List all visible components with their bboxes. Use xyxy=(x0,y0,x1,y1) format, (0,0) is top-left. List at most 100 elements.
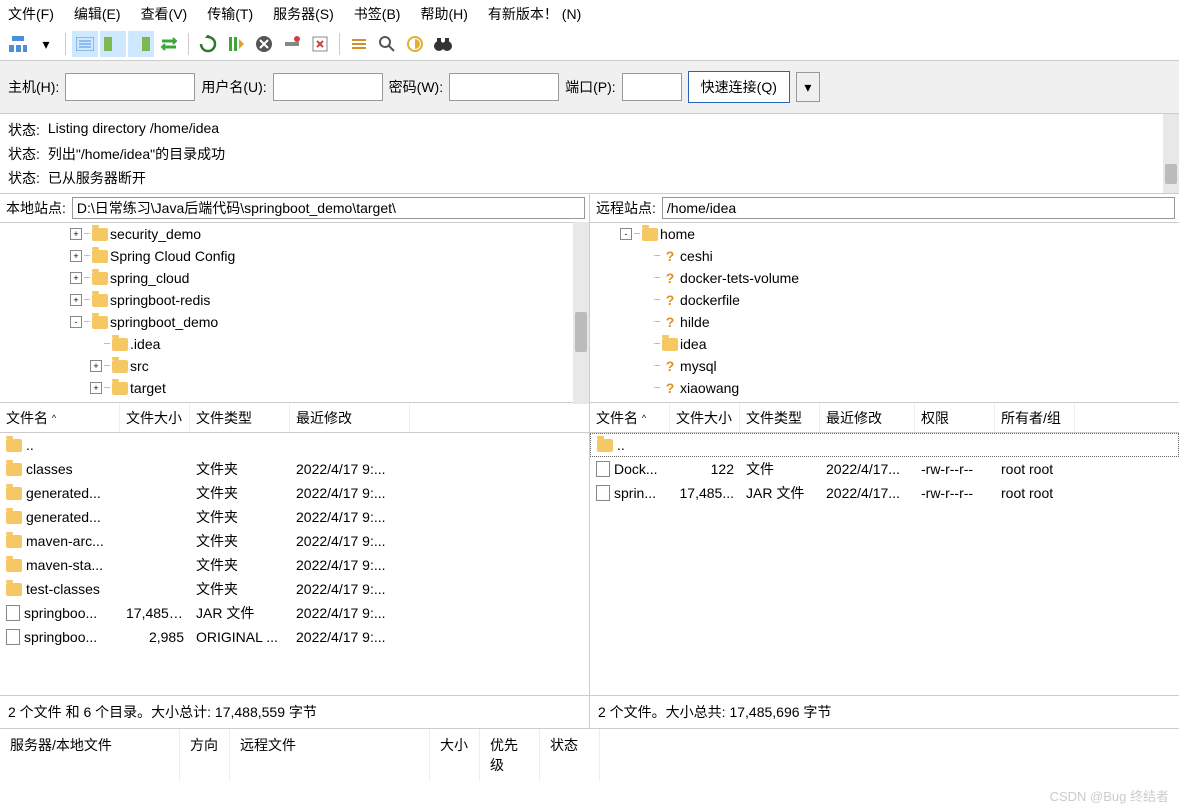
tree-item[interactable]: ┈?mysql xyxy=(590,355,1179,377)
menu-edit[interactable]: 编辑(E) xyxy=(74,4,121,24)
column-header[interactable]: 文件名 ^ xyxy=(0,404,120,432)
tree-item[interactable]: +┈Spring Cloud Config xyxy=(0,245,589,267)
tree-item[interactable]: ┈?xiaowang xyxy=(590,377,1179,399)
column-header[interactable]: 权限 xyxy=(915,404,995,432)
queue-column[interactable]: 大小 xyxy=(430,729,480,781)
list-row[interactable]: sprin...17,485...JAR 文件2022/4/17...-rw-r… xyxy=(590,481,1179,505)
tree-item[interactable]: -┈springboot_demo xyxy=(0,311,589,333)
disconnect-icon[interactable] xyxy=(279,31,305,57)
tree-item[interactable]: -┈home xyxy=(590,223,1179,245)
cell-name: springboo... xyxy=(0,627,120,647)
local-tree[interactable]: +┈security_demo+┈Spring Cloud Config+┈sp… xyxy=(0,223,589,403)
column-header[interactable]: 文件类型 xyxy=(190,404,290,432)
cell-type: 文件夹 xyxy=(190,481,290,505)
column-header[interactable]: 所有者/组 xyxy=(995,404,1075,432)
list-row[interactable]: generated...文件夹2022/4/17 9:... xyxy=(0,505,589,529)
remote-path-input[interactable] xyxy=(662,197,1175,219)
port-input[interactable] xyxy=(622,73,682,101)
folder-icon xyxy=(6,559,22,572)
local-tree-scrollbar[interactable] xyxy=(573,222,589,404)
cell-size xyxy=(120,515,190,519)
expander-icon[interactable]: - xyxy=(620,228,632,240)
queue-column[interactable]: 远程文件 xyxy=(230,729,430,781)
toggle-remote-tree-icon[interactable] xyxy=(128,31,154,57)
tree-item[interactable]: ┈?dockerfile xyxy=(590,289,1179,311)
menu-server[interactable]: 服务器(S) xyxy=(273,4,334,24)
column-header[interactable]: 文件大小 xyxy=(120,404,190,432)
column-header[interactable]: 最近修改 xyxy=(820,404,915,432)
list-row[interactable]: test-classes文件夹2022/4/17 9:... xyxy=(0,577,589,601)
expander-icon[interactable]: - xyxy=(70,316,82,328)
cell-name: .. xyxy=(0,435,120,455)
menu-bookmark[interactable]: 书签(B) xyxy=(354,4,401,24)
expander-icon[interactable]: + xyxy=(90,382,102,394)
host-input[interactable] xyxy=(65,73,195,101)
tree-item[interactable]: ┈idea xyxy=(590,333,1179,355)
cell-date: 2022/4/17 9:... xyxy=(290,483,410,503)
local-path-input[interactable] xyxy=(72,197,585,219)
expander-icon[interactable]: + xyxy=(70,272,82,284)
queue-column[interactable]: 方向 xyxy=(180,729,230,781)
quickconnect-button[interactable]: 快速连接(Q) xyxy=(688,71,790,103)
pass-input[interactable] xyxy=(449,73,559,101)
user-input[interactable] xyxy=(273,73,383,101)
local-file-list[interactable]: 文件名 ^文件大小文件类型最近修改 ..classes文件夹2022/4/17 … xyxy=(0,404,589,695)
queue-column[interactable]: 状态 xyxy=(540,729,600,781)
sitemanager-icon[interactable] xyxy=(5,31,31,57)
list-row[interactable]: generated...文件夹2022/4/17 9:... xyxy=(0,481,589,505)
cell-type: 文件夹 xyxy=(190,553,290,577)
expander-icon[interactable]: + xyxy=(70,250,82,262)
dropdown-icon[interactable]: ▾ xyxy=(33,31,59,57)
toggle-log-icon[interactable] xyxy=(72,31,98,57)
cell-date: 2022/4/17 9:... xyxy=(290,603,410,623)
toggle-local-tree-icon[interactable] xyxy=(100,31,126,57)
column-header[interactable]: 文件大小 xyxy=(670,404,740,432)
menu-view[interactable]: 查看(V) xyxy=(141,4,188,24)
expander-icon[interactable]: + xyxy=(70,294,82,306)
tree-item[interactable]: +┈spring_cloud xyxy=(0,267,589,289)
refresh-icon[interactable] xyxy=(195,31,221,57)
queue-column[interactable]: 优先级 xyxy=(480,729,540,781)
tree-item[interactable]: +┈src xyxy=(0,355,589,377)
column-header[interactable]: 文件类型 xyxy=(740,404,820,432)
list-row[interactable]: springboo...2,985ORIGINAL ...2022/4/17 9… xyxy=(0,625,589,649)
column-header[interactable]: 最近修改 xyxy=(290,404,410,432)
reconnect-icon[interactable] xyxy=(307,31,333,57)
list-row[interactable]: maven-sta...文件夹2022/4/17 9:... xyxy=(0,553,589,577)
folder-icon xyxy=(92,228,108,241)
toggle-queue-icon[interactable] xyxy=(156,31,182,57)
tree-item[interactable]: ┈?hilde xyxy=(590,311,1179,333)
list-row[interactable]: .. xyxy=(590,433,1179,457)
list-row[interactable]: maven-arc...文件夹2022/4/17 9:... xyxy=(0,529,589,553)
filter-icon[interactable] xyxy=(346,31,372,57)
process-queue-icon[interactable] xyxy=(223,31,249,57)
list-row[interactable]: springboo...17,485,...JAR 文件2022/4/17 9:… xyxy=(0,601,589,625)
cancel-icon[interactable] xyxy=(251,31,277,57)
expander-icon[interactable]: + xyxy=(70,228,82,240)
tree-item[interactable]: +┈security_demo xyxy=(0,223,589,245)
compare-icon[interactable] xyxy=(402,31,428,57)
binoculars-icon[interactable] xyxy=(430,31,456,57)
tree-item[interactable]: ┈?ceshi xyxy=(590,245,1179,267)
remote-tree[interactable]: -┈home┈?ceshi┈?docker-tets-volume┈?docke… xyxy=(590,223,1179,403)
log-scrollbar[interactable] xyxy=(1163,114,1179,193)
tree-item[interactable]: +┈target xyxy=(0,377,589,399)
queue-column[interactable]: 服务器/本地文件 xyxy=(0,729,180,781)
menu-transfer[interactable]: 传输(T) xyxy=(207,4,253,24)
quickconnect-dropdown[interactable]: ▾ xyxy=(796,72,820,102)
expander-icon[interactable]: + xyxy=(90,360,102,372)
folder-icon xyxy=(112,382,128,395)
list-row[interactable]: .. xyxy=(0,433,589,457)
search-icon[interactable] xyxy=(374,31,400,57)
list-row[interactable]: classes文件夹2022/4/17 9:... xyxy=(0,457,589,481)
tree-item[interactable]: ┈.idea xyxy=(0,333,589,355)
menu-update[interactable]: 有新版本！ (N) xyxy=(488,4,581,24)
tree-item[interactable]: +┈springboot-redis xyxy=(0,289,589,311)
tree-item[interactable]: ┈?docker-tets-volume xyxy=(590,267,1179,289)
list-row[interactable]: Dock...122文件2022/4/17...-rw-r--r--root r… xyxy=(590,457,1179,481)
column-header[interactable]: 文件名 ^ xyxy=(590,404,670,432)
menu-file[interactable]: 文件(F) xyxy=(8,4,54,24)
menu-help[interactable]: 帮助(H) xyxy=(420,4,467,24)
remote-file-list[interactable]: 文件名 ^文件大小文件类型最近修改权限所有者/组 ..Dock...122文件2… xyxy=(590,404,1179,695)
cell-name: test-classes xyxy=(0,579,120,599)
